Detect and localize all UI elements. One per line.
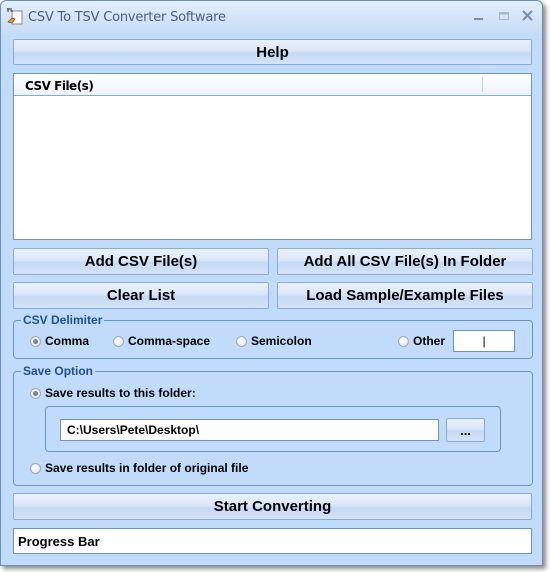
title-bar[interactable]: CSV To TSV Converter Software <box>1 1 542 33</box>
column-header-csv-files[interactable]: CSV File(s) <box>25 79 94 93</box>
other-delimiter-input[interactable]: | <box>453 330 515 352</box>
maximize-icon[interactable] <box>496 9 512 23</box>
radio-indicator[interactable] <box>236 335 247 347</box>
radio-label: Comma <box>45 334 90 348</box>
progress-bar: Progress Bar <box>13 528 532 554</box>
radio-label: Comma-space <box>128 334 211 348</box>
radio-indicator[interactable] <box>398 335 409 347</box>
minimize-icon[interactable] <box>471 9 487 23</box>
radio-label: Semicolon <box>251 334 312 348</box>
radio-label: Save results in folder of original file <box>45 461 249 475</box>
radio-indicator[interactable] <box>113 335 124 347</box>
window-title: CSV To TSV Converter Software <box>28 10 226 25</box>
radio-other[interactable]: Other <box>398 334 445 348</box>
column-separator[interactable] <box>482 77 483 92</box>
save-option-legend: Save Option <box>21 364 96 378</box>
radio-indicator[interactable] <box>30 387 41 399</box>
clear-list-button[interactable]: Clear List <box>13 282 269 309</box>
start-converting-button[interactable]: Start Converting <box>13 493 532 520</box>
add-csv-files-button[interactable]: Add CSV File(s) <box>13 248 269 275</box>
list-header: CSV File(s) <box>14 74 531 96</box>
radio-label: Other <box>413 334 446 348</box>
load-samples-button[interactable]: Load Sample/Example Files <box>277 282 533 309</box>
radio-indicator[interactable] <box>30 462 41 474</box>
delimiter-legend: CSV Delimiter <box>21 313 105 327</box>
radio-comma-space[interactable]: Comma-space <box>113 334 210 348</box>
folder-panel: C:\Users\Pete\Desktop\ ... <box>45 406 501 452</box>
radio-semicolon[interactable]: Semicolon <box>236 334 312 348</box>
file-list[interactable]: CSV File(s) <box>13 73 532 240</box>
radio-save-to-folder[interactable]: Save results to this folder: <box>30 386 196 400</box>
radio-save-original-folder[interactable]: Save results in folder of original file <box>30 461 248 475</box>
delimiter-group: CSV Delimiter Comma Comma-space Semicolo… <box>13 313 533 359</box>
radio-comma[interactable]: Comma <box>30 334 89 348</box>
help-button[interactable]: Help <box>13 39 532 65</box>
browse-button[interactable]: ... <box>446 418 485 442</box>
app-window: CSV To TSV Converter Software Help CSV F… <box>0 0 543 566</box>
add-folder-button[interactable]: Add All CSV File(s) In Folder <box>277 248 533 275</box>
folder-path-input[interactable]: C:\Users\Pete\Desktop\ <box>60 419 439 441</box>
radio-indicator[interactable] <box>30 335 41 347</box>
save-option-group: Save Option Save results to this folder:… <box>13 364 533 486</box>
radio-label: Save results to this folder: <box>45 386 196 400</box>
app-icon <box>7 8 23 25</box>
close-icon[interactable] <box>520 9 536 23</box>
